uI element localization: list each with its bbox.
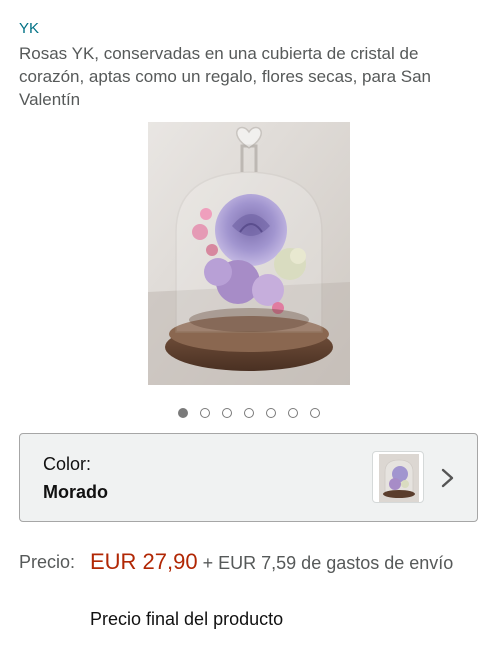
price-amount: EUR 27,90 xyxy=(90,549,198,574)
carousel-dot[interactable] xyxy=(309,408,320,418)
chevron-right-icon xyxy=(440,467,456,489)
price-label: Precio: xyxy=(19,552,76,572)
carousel-dot[interactable] xyxy=(287,408,298,418)
image-carousel-dots xyxy=(0,408,497,418)
color-thumbnail xyxy=(372,451,424,503)
carousel-dot[interactable] xyxy=(243,408,254,418)
final-price-note: Precio final del producto xyxy=(90,609,284,629)
product-title: Rosas YK, conservadas en una cubierta de… xyxy=(19,44,432,109)
carousel-dot[interactable] xyxy=(221,408,232,418)
color-variation-selector[interactable]: Color: Morado xyxy=(19,433,478,522)
color-label: Color: xyxy=(43,454,92,474)
carousel-dot[interactable] xyxy=(199,408,210,418)
carousel-dot[interactable] xyxy=(177,408,188,418)
price-line: EUR 27,90 + EUR 7,59 de gastos de envío xyxy=(90,548,470,578)
shipping-cost: + EUR 7,59 de gastos de envío xyxy=(197,553,454,573)
product-image[interactable] xyxy=(148,122,350,385)
carousel-dot[interactable] xyxy=(265,408,276,418)
color-value: Morado xyxy=(43,482,108,502)
brand-link[interactable]: YK xyxy=(19,20,39,37)
